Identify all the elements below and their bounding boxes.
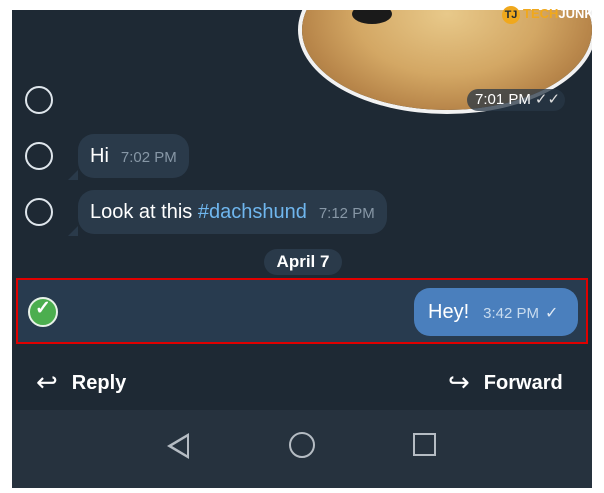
message-time: 7:02 PM	[120, 149, 177, 166]
incoming-message-dachshund[interactable]: Look at this #dachshund 7:12 PM	[78, 190, 387, 234]
sticker-timestamp: 7:01 PM ✓✓	[467, 89, 565, 111]
chat-screen: 7:01 PM ✓✓ Hi 7:02 PM Look at this #dachsh…	[12, 10, 592, 488]
techjunkie-logo: TJ TECHJUNKIE	[502, 4, 604, 24]
selected-message-row[interactable]: ✓ Hey! 3:42 PM ✓	[16, 278, 588, 344]
forward-label: Forward	[483, 372, 563, 394]
forward-button[interactable]: ↪ Forward	[448, 354, 563, 410]
outgoing-message-hey[interactable]: Hey! 3:42 PM ✓	[414, 288, 578, 336]
home-circle-icon[interactable]	[289, 432, 315, 458]
sticker-time-text: 7:01 PM	[475, 91, 531, 108]
android-nav-bar	[12, 410, 592, 488]
bubble-tail	[68, 226, 78, 236]
message-action-bar: ↩ Reply ↪ Forward	[12, 354, 592, 410]
reply-button[interactable]: ↩ Reply	[36, 354, 126, 410]
select-circle-msg1[interactable]	[25, 142, 53, 170]
message-text: Hi	[90, 145, 109, 167]
recent-apps-square-icon[interactable]	[413, 433, 436, 456]
forward-arrow-icon: ↪	[448, 367, 470, 397]
date-separator: April 7	[264, 249, 342, 275]
reply-label: Reply	[71, 372, 127, 394]
logo-mark: TJ	[502, 5, 520, 24]
incoming-message-hi[interactable]: Hi 7:02 PM	[78, 134, 189, 178]
bubble-tail	[68, 170, 78, 180]
selected-check-icon[interactable]: ✓	[28, 297, 58, 327]
hashtag-link[interactable]: #dachshund	[198, 201, 307, 223]
message-text: Look at this	[90, 201, 198, 223]
message-time: 3:42 PM	[483, 305, 539, 322]
message-time: 7:12 PM	[318, 205, 375, 222]
reply-arrow-icon: ↩	[36, 367, 58, 397]
check-mark-icon: ✓	[35, 298, 51, 319]
back-triangle-icon[interactable]	[167, 433, 189, 459]
logo-text-junkie: JUNKIE	[558, 6, 604, 21]
logo-text-tech: TECH	[523, 6, 559, 21]
double-check-icon: ✓✓	[534, 91, 561, 108]
sent-check-icon: ✓	[545, 305, 559, 322]
select-circle-msg2[interactable]	[25, 198, 53, 226]
message-text: Hey!	[428, 301, 470, 323]
select-circle-sticker[interactable]	[25, 86, 53, 114]
